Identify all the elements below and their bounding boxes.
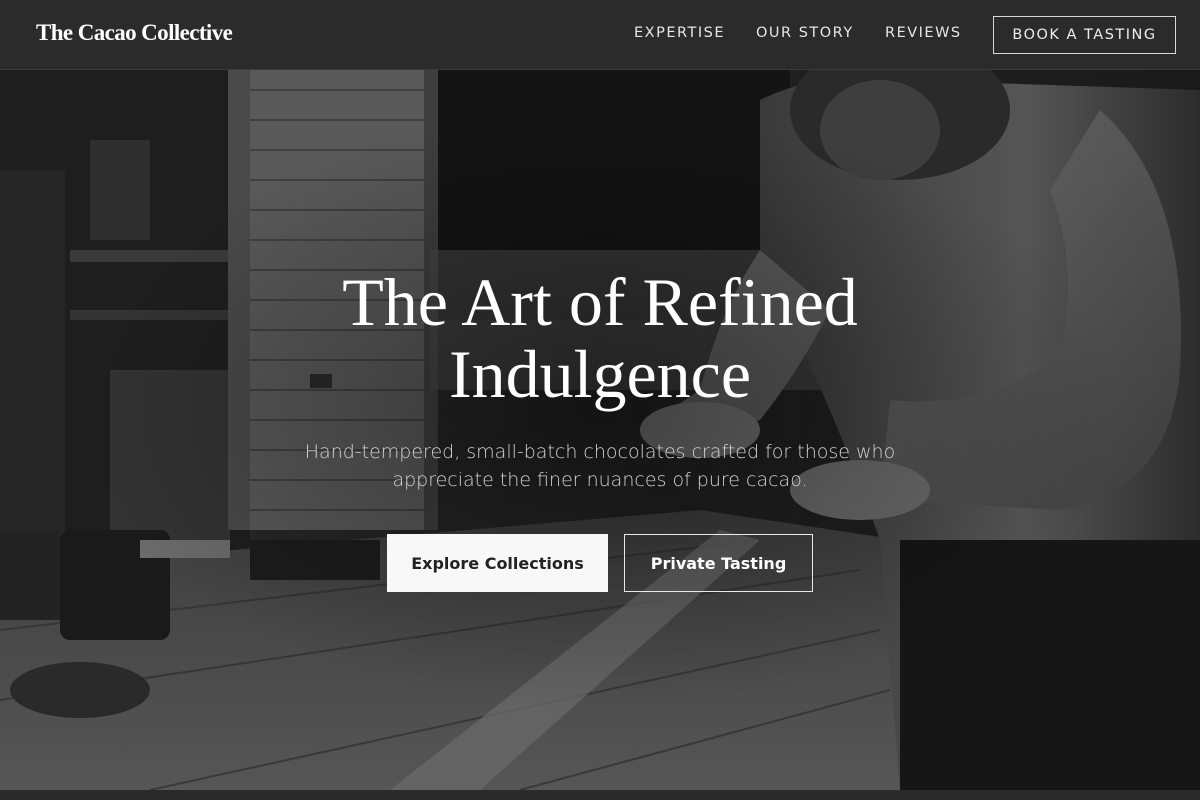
hero-title: The Art of Refined Indulgence: [200, 266, 1000, 410]
hero-subtitle-line-1: Hand-tempered, small-batch chocolates cr…: [304, 441, 896, 463]
nav-link-our-story[interactable]: OUR STORY: [756, 25, 854, 41]
landing-page: The Cacao Collective EXPERTISE OUR STORY…: [0, 0, 1200, 800]
next-section-edge: [0, 790, 1200, 800]
private-tasting-button[interactable]: Private Tasting: [624, 534, 813, 592]
nav-link-expertise[interactable]: EXPERTISE: [634, 25, 725, 41]
hero-subtitle-line-2: appreciate the finer nuances of pure cac…: [392, 469, 808, 491]
hero-title-line-2: Indulgence: [448, 336, 752, 412]
site-header: The Cacao Collective EXPERTISE OUR STORY…: [0, 0, 1200, 70]
book-tasting-button[interactable]: BOOK A TASTING: [993, 16, 1176, 54]
hero-subtitle: Hand-tempered, small-batch chocolates cr…: [270, 438, 930, 494]
hero-content: The Art of Refined Indulgence Hand-tempe…: [0, 70, 1200, 790]
explore-collections-button[interactable]: Explore Collections: [387, 534, 608, 592]
brand-logo[interactable]: The Cacao Collective: [36, 20, 233, 46]
hero-title-line-1: The Art of Refined: [342, 264, 858, 340]
nav-link-reviews[interactable]: REVIEWS: [885, 25, 962, 41]
hero-section: The Art of Refined Indulgence Hand-tempe…: [0, 70, 1200, 790]
